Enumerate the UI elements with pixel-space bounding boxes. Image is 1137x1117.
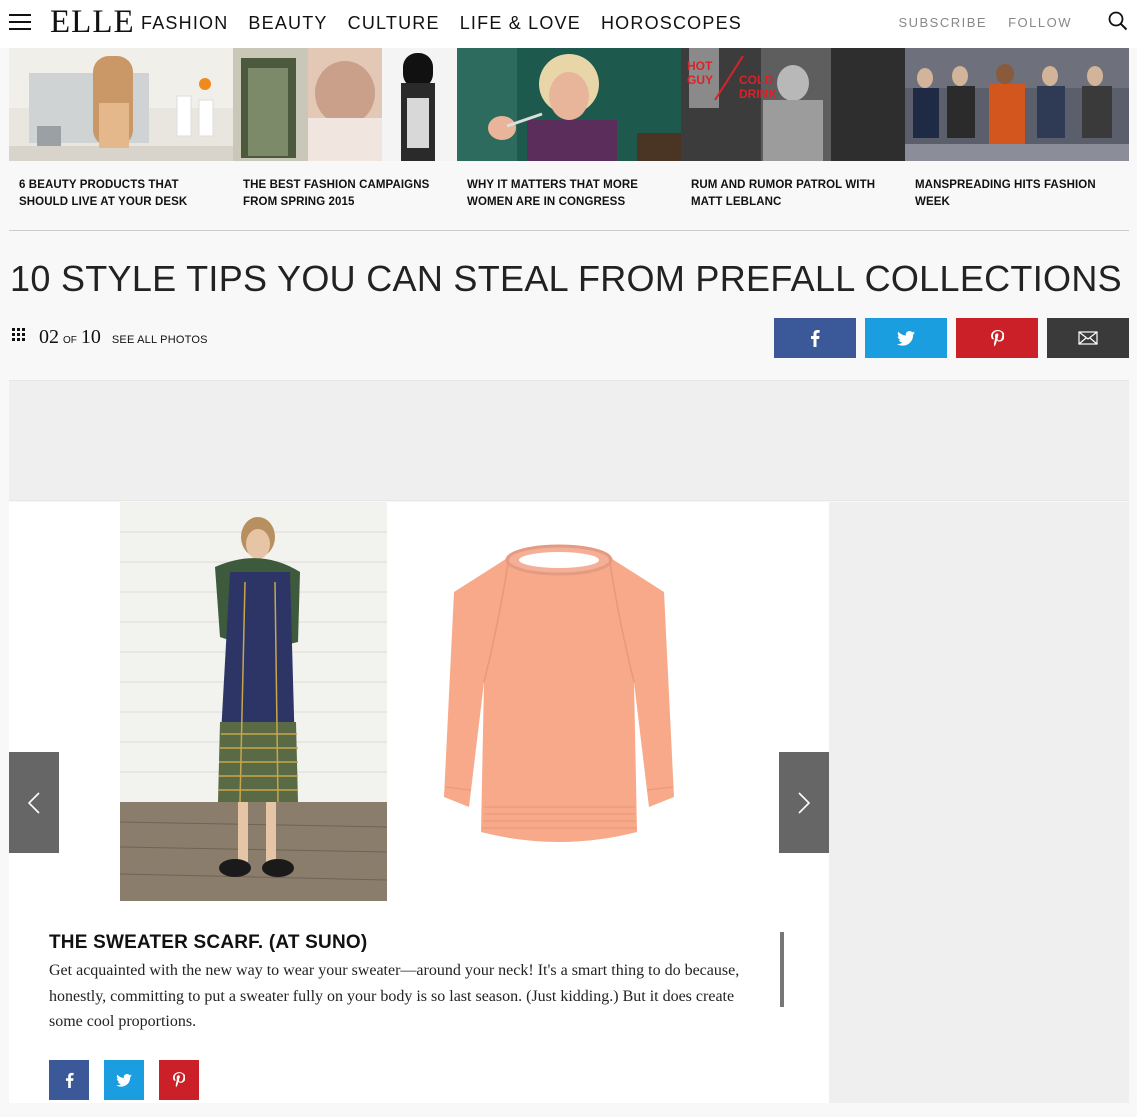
promo-image-congress[interactable] xyxy=(457,48,681,161)
chevron-right-icon xyxy=(798,791,810,814)
promo-item[interactable]: HOT GUY COLD DRINK RUM AND RUMOR PATROL … xyxy=(681,48,905,208)
promo-image-fashion-campaigns[interactable] xyxy=(233,48,457,161)
total-slide-number: 10 xyxy=(80,326,101,348)
pinterest-share-button[interactable] xyxy=(956,318,1038,358)
facebook-share-button[interactable] xyxy=(774,318,856,358)
nav-fashion[interactable]: FASHION xyxy=(141,13,228,34)
pinterest-icon xyxy=(173,1072,185,1088)
promo-caption[interactable]: RUM AND RUMOR PATROL WITH MATT LEBLANC xyxy=(681,166,905,211)
promo-item[interactable]: MANSPREADING HITS FASHION WEEK xyxy=(905,48,1129,208)
chevron-left-icon xyxy=(28,791,40,814)
promo-caption[interactable]: WHY IT MATTERS THAT MORE WOMEN ARE IN CO… xyxy=(457,166,681,211)
facebook-share-button-small[interactable] xyxy=(49,1060,89,1100)
gallery-slide: THE SWEATER SCARF. (AT SUNO) Get acquain… xyxy=(9,502,829,1103)
promo-caption[interactable]: THE BEST FASHION CAMPAIGNS FROM SPRING 2… xyxy=(233,166,457,211)
of-label: OF xyxy=(63,335,77,346)
grid-icon[interactable] xyxy=(12,328,25,341)
sidebar-ad-column xyxy=(829,502,1129,1103)
pinterest-share-button-small[interactable] xyxy=(159,1060,199,1100)
related-stories-strip: 6 BEAUTY PRODUCTS THAT SHOULD LIVE AT YO… xyxy=(9,48,1129,208)
main-nav: FASHION BEAUTY CULTURE LIFE & LOVE HOROS… xyxy=(141,13,742,34)
slide-counter: 02 OF 10 SEE ALL PHOTOS xyxy=(12,326,208,349)
next-slide-button[interactable] xyxy=(779,752,829,853)
overlay-text-hot: HOT xyxy=(687,59,713,73)
overlay-text-drink: DRINK xyxy=(739,87,777,101)
twitter-icon xyxy=(116,1073,132,1087)
facebook-icon xyxy=(65,1072,74,1088)
menu-icon[interactable] xyxy=(9,14,31,32)
twitter-icon xyxy=(897,330,915,346)
section-divider xyxy=(9,230,1129,231)
slide-photo-model xyxy=(120,502,387,901)
follow-link[interactable]: FOLLOW xyxy=(1008,15,1072,30)
facebook-icon xyxy=(811,330,820,347)
promo-caption[interactable]: 6 BEAUTY PRODUCTS THAT SHOULD LIVE AT YO… xyxy=(9,166,233,211)
caption-scrollbar[interactable] xyxy=(780,932,784,1007)
promo-image-manspreading[interactable] xyxy=(905,48,1129,161)
current-slide-number: 02 xyxy=(39,326,59,348)
overlay-text-cold: COLD xyxy=(739,73,773,87)
slide-title: THE SWEATER SCARF. (AT SUNO) xyxy=(49,932,368,953)
promo-image-matt-leblanc[interactable]: HOT GUY COLD DRINK xyxy=(681,48,905,161)
promo-item[interactable]: WHY IT MATTERS THAT MORE WOMEN ARE IN CO… xyxy=(457,48,681,208)
overlay-text-guy: GUY xyxy=(687,73,713,87)
twitter-share-button-small[interactable] xyxy=(104,1060,144,1100)
nav-horoscopes[interactable]: HOROSCOPES xyxy=(601,13,742,34)
see-all-photos-link[interactable]: SEE ALL PHOTOS xyxy=(112,334,208,346)
search-icon[interactable] xyxy=(1108,11,1128,31)
promo-caption[interactable]: MANSPREADING HITS FASHION WEEK xyxy=(905,166,1129,211)
top-navigation-bar: ELLE FASHION BEAUTY CULTURE LIFE & LOVE … xyxy=(0,0,1137,48)
nav-culture[interactable]: CULTURE xyxy=(348,13,440,34)
subscribe-link[interactable]: SUBSCRIBE xyxy=(898,15,987,30)
ad-placeholder xyxy=(9,380,1129,501)
elle-logo[interactable]: ELLE xyxy=(50,4,135,41)
gallery-title: 10 STYLE TIPS YOU CAN STEAL FROM PREFALL… xyxy=(10,258,1122,299)
pinterest-icon xyxy=(990,329,1004,346)
twitter-share-button[interactable] xyxy=(865,318,947,358)
nav-life-love[interactable]: LIFE & LOVE xyxy=(460,13,581,34)
previous-slide-button[interactable] xyxy=(9,752,59,853)
promo-item[interactable]: 6 BEAUTY PRODUCTS THAT SHOULD LIVE AT YO… xyxy=(9,48,233,208)
slide-description: Get acquainted with the new way to wear … xyxy=(49,962,740,1030)
promo-image-beauty-desk[interactable] xyxy=(9,48,233,161)
nav-beauty[interactable]: BEAUTY xyxy=(248,13,327,34)
email-icon xyxy=(1078,331,1098,345)
promo-item[interactable]: THE BEST FASHION CAMPAIGNS FROM SPRING 2… xyxy=(233,48,457,208)
slide-photo-sweater xyxy=(444,544,674,842)
header-links: SUBSCRIBE FOLLOW xyxy=(898,15,1072,30)
email-share-button[interactable] xyxy=(1047,318,1129,358)
